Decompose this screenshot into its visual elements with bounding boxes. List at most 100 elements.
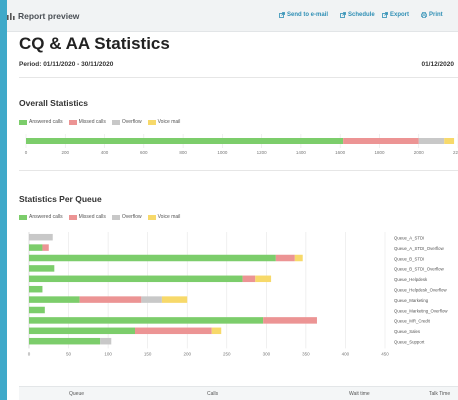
x-tick-label: 1000 <box>217 150 228 155</box>
bar-segment <box>42 244 49 251</box>
bar-segment <box>29 244 43 251</box>
bar-segment <box>418 138 445 144</box>
schedule-label: Schedule <box>348 12 375 18</box>
print-label: Print <box>429 12 443 18</box>
x-tick-label: 2200 <box>453 150 458 155</box>
print-button[interactable]: Print <box>421 12 443 18</box>
x-tick-label: 100 <box>104 351 112 356</box>
bar-segment <box>79 296 142 303</box>
category-label: Queue_Marketing <box>394 298 429 303</box>
x-tick-label: 450 <box>381 351 389 356</box>
bar-segment <box>135 327 212 335</box>
bar-segment <box>29 285 43 293</box>
preview-toolbar: Report preview Send to e-mail Schedule E… <box>7 0 458 32</box>
voicemail-swatch <box>147 214 156 220</box>
bar-segment <box>242 275 256 283</box>
export-label: Export <box>390 12 410 18</box>
overall-statistics-chart: 0 200 400 600 800 1000 1200 1400 1600 1800 2000 220… <box>25 134 458 155</box>
legend-item-missed: Missed calls <box>68 214 106 220</box>
bar-segment <box>294 254 303 262</box>
legend-label: Answered calls <box>29 214 63 220</box>
divider <box>19 77 458 78</box>
printer-icon <box>421 12 427 18</box>
overflow-swatch <box>111 119 120 125</box>
send-to-email-label: Send to e-mail <box>287 12 329 18</box>
legend-label: Missed calls <box>78 119 106 125</box>
legend-item-voicemail: Voice mail <box>147 119 180 125</box>
x-tick-label: 150 <box>144 351 152 356</box>
bar-segment <box>29 337 101 345</box>
x-tick-label: 0 <box>28 351 31 356</box>
x-tick-label: 200 <box>62 150 70 155</box>
voicemail-swatch <box>147 119 156 125</box>
missed-swatch <box>68 214 77 220</box>
bar-segment <box>29 306 45 314</box>
per-queue-title: Statistics Per Queue <box>19 194 102 204</box>
bar-segment <box>29 327 136 335</box>
bar-segment <box>29 254 276 262</box>
x-tick-label: 1200 <box>257 150 268 155</box>
bar-chart-icon <box>7 13 15 20</box>
bar-segment <box>100 337 112 345</box>
x-tick-label: 1400 <box>296 150 307 155</box>
legend-item-answered: Answered calls <box>19 119 63 125</box>
column-header-talk-time: Talk Time <box>429 391 451 397</box>
bar-segment <box>29 233 53 241</box>
table-header: Queue Calls Wait time Talk Time <box>19 386 458 400</box>
bar-segment <box>255 275 272 283</box>
legend-label: Overflow <box>121 214 142 220</box>
divider <box>19 170 458 171</box>
x-tick-label: 200 <box>183 351 191 356</box>
export-button[interactable]: Export <box>382 12 409 18</box>
overall-statistics-title: Overall Statistics <box>19 98 88 108</box>
report-preview-panel: Report preview Send to e-mail Schedule E… <box>7 0 458 400</box>
x-tick-label: 0 <box>25 150 28 155</box>
bar-segment <box>161 296 188 303</box>
bar-segment <box>29 275 243 283</box>
x-tick-label: 800 <box>179 150 187 155</box>
legend-item-missed: Missed calls <box>68 119 106 125</box>
x-tick-label: 350 <box>302 351 310 356</box>
legend-item-overflow: Overflow <box>111 214 142 220</box>
category-label: Queue_Marketing_Overflow <box>394 308 448 313</box>
report-period: Period: 01/11/2020 - 30/11/2020 <box>19 61 114 68</box>
legend-label: Answered calls <box>29 119 63 125</box>
legend-item-overflow: Overflow <box>111 119 142 125</box>
legend-label: Voice mail <box>157 214 181 220</box>
answered-swatch <box>19 119 27 125</box>
category-label: Queue_A_STDI_Overflow <box>394 246 445 251</box>
x-tick-label: 1600 <box>335 150 346 155</box>
schedule-button[interactable]: Schedule <box>340 12 375 18</box>
column-header-wait-time: Wait time <box>349 391 370 397</box>
bar-segment <box>444 138 455 144</box>
category-label: Queue_Helpdesk_Overflow <box>394 287 447 292</box>
x-tick-label: 400 <box>101 150 109 155</box>
x-tick-label: 400 <box>342 351 350 356</box>
bar-segment <box>29 317 264 324</box>
external-link-icon <box>279 12 285 18</box>
x-tick-label: 300 <box>263 351 271 356</box>
bar-segment <box>141 296 162 303</box>
answered-swatch <box>19 214 27 220</box>
bar-segment <box>26 138 344 144</box>
x-tick-label: 50 <box>66 351 72 356</box>
legend-label: Missed calls <box>78 214 106 220</box>
bar-segment <box>29 296 80 303</box>
category-label: Queue_B_STDI <box>394 256 424 261</box>
category-label: Queue_Sales <box>394 329 420 334</box>
external-link-icon <box>340 12 346 18</box>
per-queue-legend: Answered calls Missed calls Overflow Voi… <box>19 214 180 220</box>
category-label: Queue_Support <box>394 339 425 344</box>
category-label: Queue_B_STDI_Overflow <box>394 267 445 272</box>
column-header-calls: Calls <box>207 391 219 397</box>
legend-label: Overflow <box>121 119 142 125</box>
column-header-queue: Queue <box>69 391 85 397</box>
bar-segment <box>211 327 222 335</box>
bar-segment <box>343 138 419 144</box>
per-queue-chart: 0 50 100 150 200 250 300 350 400 450 Queue_A_STDI Q… <box>28 232 448 356</box>
overflow-swatch <box>111 214 120 220</box>
send-to-email-button[interactable]: Send to e-mail <box>279 12 328 18</box>
category-label: Queue_MR_Credit <box>394 319 431 324</box>
x-tick-label: 600 <box>140 150 148 155</box>
x-tick-label: 250 <box>223 351 231 356</box>
